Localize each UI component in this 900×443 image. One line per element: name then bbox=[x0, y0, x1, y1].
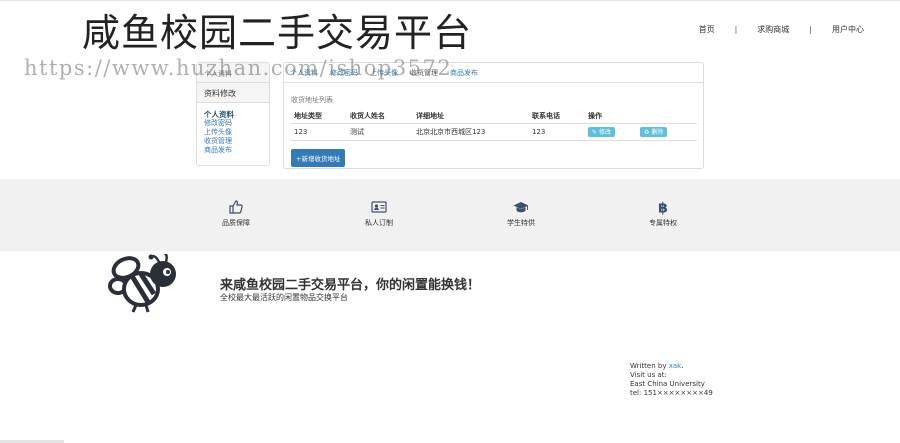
column-header-receiver-name: 收货人姓名 bbox=[347, 109, 413, 124]
cell-delete: ♻ 删除 bbox=[637, 123, 697, 141]
id-card-icon bbox=[371, 201, 387, 213]
site-title: 咸鱼校园二手交易平台 bbox=[82, 11, 473, 55]
cell-address-type: 123 bbox=[291, 123, 347, 141]
top-nav: 首页 | 求购商城 | 用户中心 bbox=[699, 24, 864, 35]
location-text: East China University bbox=[630, 380, 705, 388]
written-by-line: Written by xak. bbox=[630, 362, 713, 371]
column-header-actions: 操作 bbox=[585, 109, 637, 124]
column-header-detail-address: 详细地址 bbox=[413, 109, 529, 124]
address-panel: 个人资料 修改密码 上传头像 收货管理 商品发布 收货地址列表 地址类型 收货人… bbox=[283, 62, 704, 169]
bitcoin-icon: ฿ bbox=[658, 201, 668, 216]
nav-buy-market[interactable]: 求购商城 bbox=[757, 24, 789, 35]
cell-edit: ✎ 修改 bbox=[585, 123, 637, 141]
feature-band: 品质保障 私人订制 学生特供 ฿ 专属特权 bbox=[0, 179, 900, 251]
sidebar-item-change-password[interactable]: 修改密码 bbox=[204, 119, 262, 128]
nav-separator: | bbox=[734, 25, 738, 34]
feature-label: 专属特权 bbox=[649, 219, 677, 227]
written-by-label: Written by bbox=[630, 362, 667, 370]
feature-label: 学生特供 bbox=[507, 219, 535, 227]
tab-profile[interactable]: 个人资料 bbox=[290, 68, 318, 78]
cell-phone: 123 bbox=[529, 123, 585, 141]
feature-quality: 品质保障 bbox=[196, 199, 276, 228]
tab-publish-item[interactable]: 商品发布 bbox=[450, 68, 478, 78]
thumbs-up-icon bbox=[229, 200, 243, 214]
svg-text:฿: ฿ bbox=[658, 201, 668, 216]
nav-user-center[interactable]: 用户中心 bbox=[832, 24, 864, 35]
delete-address-button[interactable]: ♻ 删除 bbox=[640, 127, 668, 137]
sidebar-item-publish-item[interactable]: 商品发布 bbox=[204, 146, 262, 155]
delete-button-label: 删除 bbox=[651, 128, 664, 136]
feature-label: 私人订制 bbox=[365, 219, 393, 227]
top-border bbox=[0, 0, 900, 1]
sidebar-item-upload-avatar[interactable]: 上传头像 bbox=[204, 128, 262, 137]
sidebar-header-top: 个人资料 bbox=[197, 63, 269, 83]
feature-custom: 私人订制 bbox=[339, 199, 419, 228]
address-list-caption: 收货地址列表 bbox=[291, 96, 333, 104]
feature-label: 品质保障 bbox=[222, 219, 250, 227]
sidebar-header: 资料修改 bbox=[197, 83, 269, 103]
user-sidebar: 个人资料 资料修改 个人资料 修改密码 上传头像 收货管理 商品发布 bbox=[196, 62, 270, 166]
visit-label: Visit us at: bbox=[630, 371, 667, 379]
tab-upload-avatar[interactable]: 上传头像 bbox=[370, 68, 398, 78]
author-link[interactable]: xak bbox=[669, 362, 682, 370]
tab-address-management[interactable]: 收货管理 bbox=[410, 68, 438, 78]
graduation-cap-icon bbox=[513, 202, 529, 213]
contact-info: Written by xak. Visit us at: East China … bbox=[630, 362, 713, 398]
feature-privilege: ฿ 专属特权 bbox=[623, 199, 703, 228]
column-header-phone: 联系电话 bbox=[529, 109, 585, 124]
edit-icon: ✎ bbox=[592, 128, 598, 136]
cell-detail-address: 北京北京市西城区123 bbox=[413, 123, 529, 141]
column-header-spacer bbox=[637, 109, 697, 124]
sidebar-item-profile[interactable]: 个人资料 bbox=[204, 110, 262, 119]
bee-logo-icon bbox=[108, 254, 176, 313]
address-table: 地址类型 收货人姓名 详细地址 联系电话 操作 123 测试 北京北京市西城区1… bbox=[291, 109, 697, 141]
tab-change-password[interactable]: 修改密码 bbox=[330, 68, 358, 78]
edit-address-button[interactable]: ✎ 修改 bbox=[588, 127, 615, 137]
cell-receiver-name: 测试 bbox=[347, 123, 413, 141]
add-address-button[interactable]: +新增收货地址 bbox=[291, 149, 346, 167]
nav-home[interactable]: 首页 bbox=[699, 24, 715, 35]
table-row: 123 测试 北京北京市西城区123 123 ✎ 修改 ♻ 删除 bbox=[291, 123, 697, 141]
edit-button-label: 修改 bbox=[598, 128, 611, 136]
table-header-row: 地址类型 收货人姓名 详细地址 联系电话 操作 bbox=[291, 109, 697, 124]
panel-tabs: 个人资料 修改密码 上传头像 收货管理 商品发布 bbox=[284, 63, 703, 83]
trash-icon: ♻ bbox=[644, 128, 650, 136]
feature-student: 学生特供 bbox=[481, 199, 561, 228]
footer-slogan: 来咸鱼校园二手交易平台，你的闲置能换钱！ bbox=[220, 278, 481, 293]
tel-text: tel: 151××××××××49 bbox=[630, 389, 713, 397]
sidebar-item-address-management[interactable]: 收货管理 bbox=[204, 137, 262, 146]
column-header-address-type: 地址类型 bbox=[291, 109, 347, 124]
nav-separator: | bbox=[809, 25, 812, 34]
sidebar-menu: 个人资料 修改密码 上传头像 收货管理 商品发布 bbox=[197, 103, 269, 155]
written-by-end: . bbox=[681, 362, 684, 370]
footer-sub-slogan: 全校最大最活跃的闲置物品交换平台 bbox=[220, 293, 348, 302]
